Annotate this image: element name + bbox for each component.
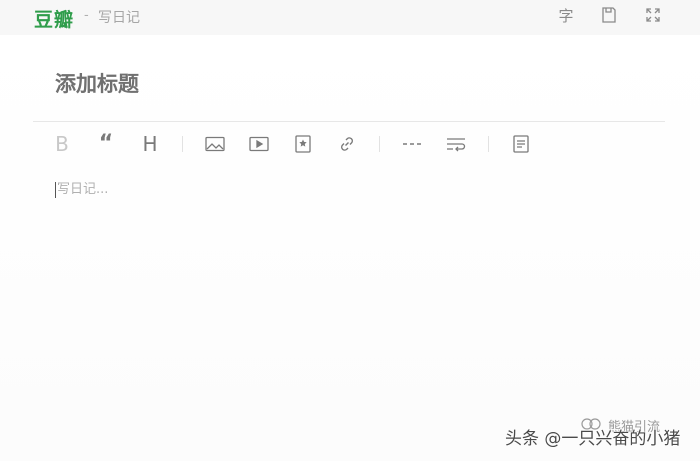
editor-toolbar: B “ H bbox=[0, 132, 700, 156]
image-icon[interactable] bbox=[204, 132, 226, 156]
word-count-button[interactable]: 字 bbox=[556, 6, 576, 26]
breadcrumb-separator: - bbox=[84, 8, 89, 23]
summary-icon[interactable] bbox=[510, 132, 532, 156]
video-icon[interactable] bbox=[248, 132, 270, 156]
title-divider bbox=[33, 121, 665, 122]
heading-button[interactable]: H bbox=[139, 132, 161, 156]
toolbar-separator bbox=[488, 136, 489, 152]
editor-area: 添加标题 B “ H 写日记... bbox=[0, 35, 700, 461]
quote-button[interactable]: “ bbox=[95, 132, 117, 156]
breadcrumb-write-diary: 写日记 bbox=[98, 10, 140, 26]
line-break-icon[interactable] bbox=[445, 132, 467, 156]
body-input[interactable]: 写日记... bbox=[55, 182, 108, 198]
fullscreen-icon[interactable] bbox=[644, 6, 664, 26]
save-draft-icon[interactable] bbox=[600, 6, 620, 26]
top-bar: 豆瓣 - 写日记 字 bbox=[0, 0, 700, 35]
toolbar-separator bbox=[379, 136, 380, 152]
watermark-text: 头条 @一只兴奋的小猪 bbox=[505, 429, 681, 449]
product-card-icon[interactable] bbox=[292, 132, 314, 156]
link-icon[interactable] bbox=[336, 132, 358, 156]
douban-logo[interactable]: 豆瓣 bbox=[34, 5, 74, 32]
toolbar-separator bbox=[182, 136, 183, 152]
bold-button[interactable]: B bbox=[51, 132, 73, 156]
title-input[interactable]: 添加标题 bbox=[55, 68, 139, 98]
horizontal-rule-icon[interactable] bbox=[401, 132, 423, 156]
